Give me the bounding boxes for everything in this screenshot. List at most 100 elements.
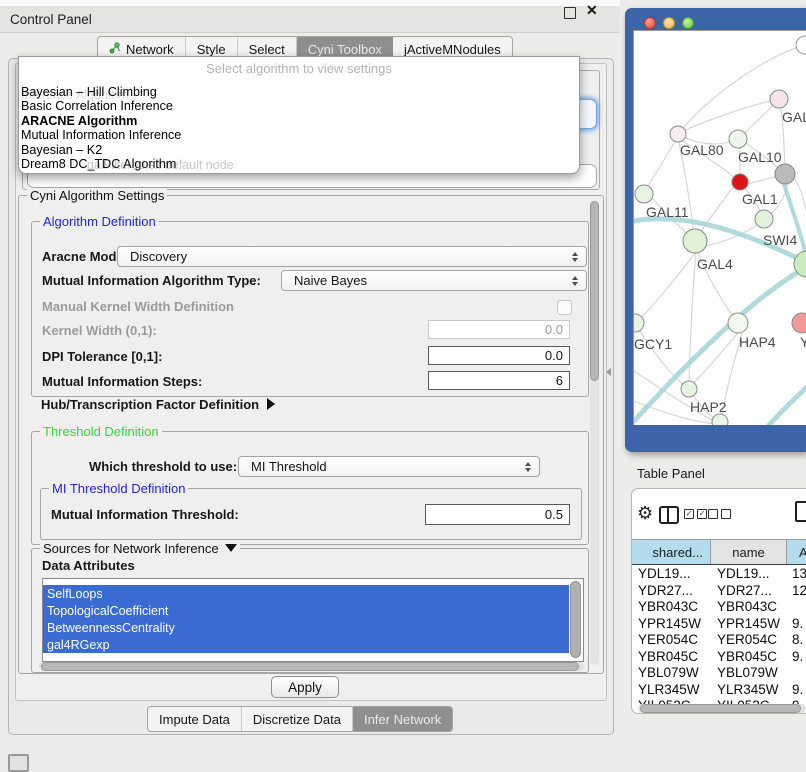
dropdown-item-aracne-algorithm[interactable]: ARACNE Algorithm [21,114,577,128]
data-attributes-list[interactable]: SelfLoopsTopologicalCoefficientBetweenne… [42,578,584,662]
network-node-gal10[interactable] [729,130,747,148]
splitpane-grip[interactable] [606,368,611,376]
mi-steps-field[interactable]: 6 [428,371,570,390]
hub-definition-toggle[interactable]: Hub/Transcription Factor Definition [41,397,275,412]
which-threshold-select[interactable]: MI Threshold [238,456,540,477]
network-node-top-circle[interactable] [796,36,806,54]
manual-kernel-label: Manual Kernel Width Definition [42,296,234,317]
bottom-tab-infer-network[interactable]: Infer Network [353,707,452,731]
settings-scrollbar-thumb[interactable] [590,201,599,381]
close-traffic-light[interactable] [644,17,656,29]
network-node-hap2[interactable] [681,381,697,397]
deselect-all-icon[interactable] [708,509,731,519]
dpi-tolerance-field[interactable]: 0.0 [428,346,570,365]
column-header-partial[interactable]: A [787,540,806,564]
table-row[interactable]: YDL19...YDL19...13 [632,566,806,583]
network-node-gray-node[interactable] [775,164,795,184]
attribute-item-topologicalcoefficient[interactable]: TopologicalCoefficient [43,602,569,619]
settings-gear-icon[interactable]: ⚙ [637,504,653,522]
network-node-swi4[interactable] [755,210,773,228]
bottom-tab-impute-data[interactable]: Impute Data [148,707,242,731]
network-node-label: GAL [782,109,806,125]
zoom-traffic-light[interactable] [682,17,694,29]
network-edge[interactable] [747,176,777,184]
network-edge-thick[interactable] [769,387,806,425]
network-canvas[interactable]: GALGAL80GAL10GAL1GAL11SWI4GAL4GCY1HAP4YH… [633,30,806,425]
mi-type-select[interactable]: Naive Bayes [281,270,587,291]
list-hscrollbar[interactable] [39,662,584,671]
table-cell: YDR27... [717,583,772,600]
algorithm-dropdown: Select algorithm to view settings Infere… [18,56,580,174]
network-edge[interactable] [637,253,695,321]
table-cell: YPR145W [717,616,780,633]
table-row[interactable]: YER054CYER054C8. [632,632,806,649]
network-node-gal1-red[interactable] [732,174,748,190]
list-hscrollbar-thumb[interactable] [41,662,579,671]
network-edge[interactable] [646,141,675,189]
select-all-icon[interactable]: ✓✓ [684,509,707,519]
settings-scrollbar[interactable] [590,201,599,665]
network-edge[interactable] [683,99,779,131]
sources-title[interactable]: Sources for Network Inference [40,541,240,556]
stepper-icon [525,462,531,472]
network-node-gal80[interactable] [670,126,686,142]
table-row[interactable]: YBR043CYBR043C [632,599,806,616]
collapse-down-icon [225,544,237,552]
column-header-name[interactable]: name [711,540,787,564]
network-node-bottom-green[interactable] [712,414,728,425]
dropdown-item-basic-correlation-inference[interactable]: Basic Correlation Inference [21,99,577,113]
table-row[interactable]: YBL079WYBL079W [632,665,806,682]
network-node-salmon-node[interactable] [792,313,806,333]
control-panel-titlebar: Control Panel [0,6,620,33]
table-panel: ⚙ ✓✓ shared... name A YDL19...YDL19...13… [631,488,806,714]
network-node-gal11[interactable] [635,185,653,203]
dropdown-item-bayesian-hill-climbing[interactable]: Bayesian – Hill Climbing [21,85,577,99]
attribute-item-selfloops[interactable]: SelfLoops [43,585,569,602]
network-icon [109,42,121,57]
mi-threshold-group: MI Threshold Definition Mutual Informati… [40,488,582,540]
network-window[interactable]: GALGAL80GAL10GAL1GAL11SWI4GAL4GCY1HAP4YH… [625,8,806,452]
network-edge[interactable] [795,179,806,211]
floating-panel-icon[interactable] [8,754,29,772]
attribute-item-betweennesscentrality[interactable]: BetweennessCentrality [43,619,569,636]
dropdown-placeholder: Select algorithm to view settings [19,61,579,76]
dropdown-item-mutual-information-inference[interactable]: Mutual Information Inference [21,128,577,142]
column-visibility-icon[interactable] [659,506,679,524]
export-table-icon[interactable] [795,501,806,522]
table-row[interactable]: YBR045CYBR045C9. [632,649,806,666]
float-panel-icon[interactable] [564,7,576,19]
attribute-item-gal4rgexp[interactable]: gal4RGexp [43,636,569,653]
kernel-width-field[interactable]: 0.0 [428,320,570,339]
mi-threshold-field[interactable]: 0.5 [425,504,570,525]
table-cell: 9. [792,649,803,666]
network-node-gal4[interactable] [683,229,707,253]
dropdown-item-dream8-dc-tdc-algorithm[interactable]: Dream8 DC_TDC Algorithm [21,157,577,171]
list-scrollbar-thumb[interactable] [570,581,581,658]
table-row[interactable]: YDR27...YDR27...12 [632,583,806,600]
column-header-shared[interactable]: shared... [632,540,711,564]
tab-label: Discretize Data [253,712,341,727]
table-row[interactable]: YPR145WYPR145W9. [632,616,806,633]
close-panel-icon[interactable]: ✕ [586,2,598,19]
table-cell: YDR27... [638,583,693,600]
network-node-label: GAL10 [738,149,782,165]
table-cell: YER054C [717,632,777,649]
minimize-traffic-light[interactable] [663,17,675,29]
table-hscrollbar-thumb[interactable] [640,704,801,713]
aracne-mode-select[interactable]: Discovery [117,246,587,267]
network-node-hap4[interactable] [728,313,748,333]
table-hscrollbar[interactable] [638,704,806,713]
manual-kernel-checkbox[interactable] [557,300,572,315]
network-node-pink-node[interactable] [770,90,788,108]
network-graph: GALGAL80GAL10GAL1GAL11SWI4GAL4GCY1HAP4YH… [634,31,806,425]
network-node-label: GAL80 [680,142,724,158]
table-row[interactable]: YLR345WYLR345W9. [632,682,806,699]
dropdown-item-bayesian-k2[interactable]: Bayesian – K2 [21,143,577,157]
table-cell: YDL19... [717,566,770,583]
apply-button[interactable]: Apply [271,676,339,698]
table-cell: 13 [792,566,806,583]
aracne-mode-value: Discovery [130,249,187,264]
list-scrollbar[interactable] [570,581,581,658]
stepper-icon [572,276,578,286]
bottom-tab-discretize-data[interactable]: Discretize Data [242,707,353,731]
